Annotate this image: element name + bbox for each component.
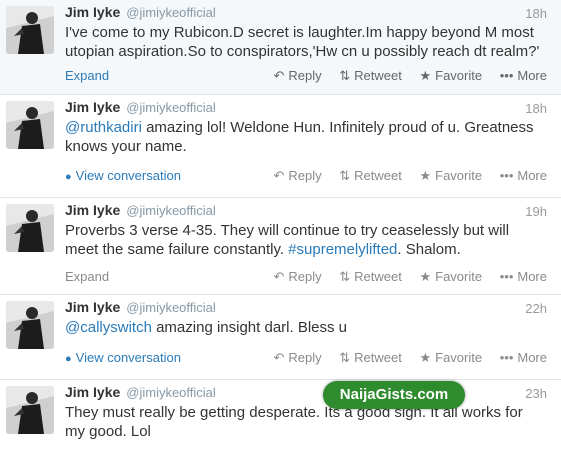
more-label: More — [517, 350, 547, 365]
tweet-timestamp[interactable]: 23h — [525, 386, 547, 401]
author-display-name[interactable]: Jim Iyke — [65, 202, 120, 218]
avatar[interactable] — [6, 204, 54, 252]
author-display-name[interactable]: Jim Iyke — [65, 384, 120, 400]
reply-icon: ↶ — [273, 269, 285, 284]
tweet-body: amazing insight darl. Bless u — [151, 319, 348, 336]
favorite-label: Favorite — [435, 168, 483, 183]
reply-label: Reply — [288, 68, 322, 83]
retweet-button[interactable]: ⇅ Retweet — [339, 68, 402, 84]
tweet-item[interactable]: Jim Iyke @jimiykeofficial 19h Proverbs 3 … — [0, 198, 561, 295]
favorite-button[interactable]: ★ Favorite — [419, 269, 482, 285]
star-icon: ★ — [419, 269, 432, 284]
reply-label: Reply — [288, 350, 322, 365]
hashtag-link[interactable]: #supremelylifted — [288, 241, 397, 258]
avatar[interactable] — [6, 101, 54, 149]
tweet-feed: Jim Iyke @jimiykeofficial 18h I've come t… — [0, 0, 561, 450]
avatar[interactable] — [6, 386, 54, 434]
more-button[interactable]: ••• More — [500, 269, 547, 284]
author-handle[interactable]: @jimiykeofficial — [126, 385, 216, 400]
tweet-item[interactable]: Jim Iyke @jimiykeofficial 18h I've come t… — [0, 0, 561, 95]
view-conversation-link[interactable]: ● View conversation — [65, 350, 181, 365]
favorite-button[interactable]: ★ Favorite — [419, 168, 482, 184]
tweet-timestamp[interactable]: 19h — [525, 204, 547, 219]
author-name[interactable]: Jim Iyke @jimiykeofficial — [65, 384, 216, 400]
tweet-text: @ruthkadiri amazing lol! Weldone Hun. In… — [65, 118, 545, 156]
retweet-icon: ⇅ — [339, 68, 351, 83]
reply-button[interactable]: ↶ Reply — [273, 350, 321, 366]
star-icon: ★ — [419, 68, 432, 83]
retweet-label: Retweet — [354, 168, 402, 183]
author-handle[interactable]: @jimiykeofficial — [126, 5, 216, 20]
reply-button[interactable]: ↶ Reply — [273, 269, 321, 285]
expand-link[interactable]: Expand — [65, 269, 109, 284]
author-name[interactable]: Jim Iyke @jimiykeofficial — [65, 299, 216, 315]
more-label: More — [517, 68, 547, 83]
reply-icon: ↶ — [273, 350, 285, 365]
tweet-body-end: . Shalom. — [397, 241, 461, 258]
avatar[interactable] — [6, 6, 54, 54]
reply-icon: ↶ — [273, 68, 285, 83]
more-label: More — [517, 269, 547, 284]
author-handle[interactable]: @jimiykeofficial — [126, 203, 216, 218]
expand-link[interactable]: Expand — [65, 68, 109, 83]
view-conversation-label: View conversation — [75, 350, 181, 365]
star-icon: ★ — [419, 350, 432, 365]
tweet-timestamp[interactable]: 22h — [525, 301, 547, 316]
retweet-icon: ⇅ — [339, 350, 351, 365]
retweet-label: Retweet — [354, 350, 402, 365]
author-name[interactable]: Jim Iyke @jimiykeofficial — [65, 99, 216, 115]
tweet-text: They must really be getting desperate. I… — [65, 404, 523, 440]
tweet-timestamp[interactable]: 18h — [525, 6, 547, 21]
author-display-name[interactable]: Jim Iyke — [65, 299, 120, 315]
reply-icon: ↶ — [273, 168, 285, 183]
more-button[interactable]: ••• More — [500, 68, 547, 83]
retweet-button[interactable]: ⇅ Retweet — [339, 168, 402, 184]
favorite-label: Favorite — [435, 68, 483, 83]
speech-bubble-icon: ● — [65, 171, 72, 183]
tweet-text: @callyswitch amazing insight darl. Bless… — [65, 318, 545, 337]
ellipsis-icon: ••• — [499, 350, 514, 365]
reply-label: Reply — [288, 269, 322, 284]
more-button[interactable]: ••• More — [500, 350, 547, 365]
reply-button[interactable]: ↶ Reply — [273, 68, 321, 84]
ellipsis-icon: ••• — [499, 68, 514, 83]
favorite-button[interactable]: ★ Favorite — [419, 350, 482, 366]
author-display-name[interactable]: Jim Iyke — [65, 4, 120, 20]
view-conversation-label: View conversation — [75, 168, 181, 183]
ellipsis-icon: ••• — [499, 168, 514, 183]
site-watermark: NaijaGists.com — [323, 381, 465, 409]
mention-link[interactable]: @ruthkadiri — [65, 119, 142, 136]
retweet-icon: ⇅ — [339, 269, 351, 284]
star-icon: ★ — [419, 168, 432, 183]
reply-button[interactable]: ↶ Reply — [273, 168, 321, 184]
retweet-icon: ⇅ — [339, 168, 351, 183]
tweet-text: I've come to my Rubicon.D secret is laug… — [65, 24, 540, 60]
retweet-label: Retweet — [354, 68, 402, 83]
tweet-text: Proverbs 3 verse 4-35. They will continu… — [65, 221, 545, 259]
reply-label: Reply — [288, 168, 322, 183]
view-conversation-link[interactable]: ● View conversation — [65, 168, 181, 183]
retweet-button[interactable]: ⇅ Retweet — [339, 269, 402, 285]
more-label: More — [517, 168, 547, 183]
retweet-button[interactable]: ⇅ Retweet — [339, 350, 402, 366]
favorite-label: Favorite — [435, 350, 483, 365]
retweet-label: Retweet — [354, 269, 402, 284]
favorite-button[interactable]: ★ Favorite — [419, 68, 482, 84]
author-display-name[interactable]: Jim Iyke — [65, 99, 120, 115]
tweet-item[interactable]: Jim Iyke @jimiykeofficial 18h @ruthkadiri… — [0, 95, 561, 198]
tweet-timestamp[interactable]: 18h — [525, 101, 547, 116]
favorite-label: Favorite — [435, 269, 483, 284]
author-handle[interactable]: @jimiykeofficial — [126, 300, 216, 315]
author-handle[interactable]: @jimiykeofficial — [126, 100, 216, 115]
tweet-item[interactable]: Jim Iyke @jimiykeofficial 22h @callyswitc… — [0, 295, 561, 380]
more-button[interactable]: ••• More — [500, 168, 547, 183]
speech-bubble-icon: ● — [65, 353, 72, 365]
ellipsis-icon: ••• — [499, 269, 514, 284]
author-name[interactable]: Jim Iyke @jimiykeofficial — [65, 202, 216, 218]
mention-link[interactable]: @callyswitch — [65, 319, 152, 336]
author-name[interactable]: Jim Iyke @jimiykeofficial — [65, 4, 216, 20]
tweet-item[interactable]: Jim Iyke @jimiykeofficial 23h They must r… — [0, 380, 561, 450]
avatar[interactable] — [6, 301, 54, 349]
